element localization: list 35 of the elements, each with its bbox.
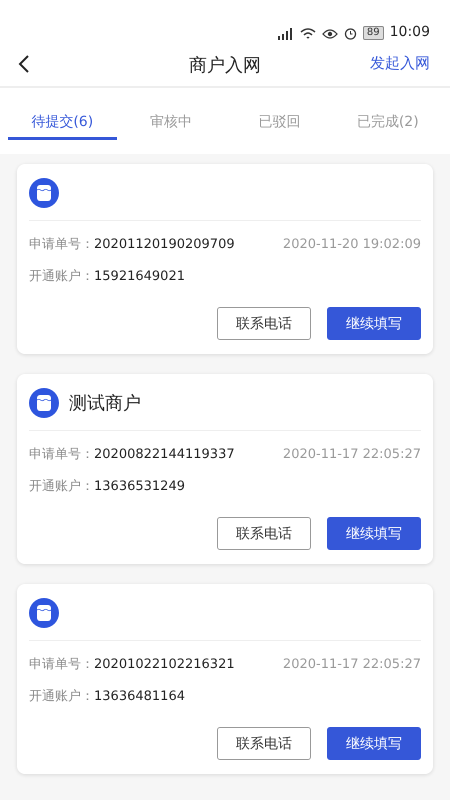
field-label: 申请单号：: [29, 656, 94, 673]
field-label: 开通账户：: [29, 478, 94, 495]
account-number: 13636481164: [94, 688, 185, 704]
timestamp: 2020-11-20 19:02:09: [282, 236, 421, 252]
order-number: 20200822144119337: [94, 446, 235, 462]
merchant-icon: [29, 388, 59, 418]
eye-icon: [322, 28, 338, 40]
field-label: 申请单号：: [29, 236, 94, 253]
battery-level: 89: [362, 26, 384, 40]
account-number: 15921649021: [94, 268, 185, 284]
field-label: 申请单号：: [29, 446, 94, 463]
order-number: 20201120190209709: [94, 236, 235, 252]
account-number: 13636531249: [94, 478, 185, 494]
merchant-icon: [29, 598, 59, 628]
timestamp: 2020-11-17 22:05:27: [282, 446, 421, 462]
page-title: 商户入网: [189, 54, 261, 77]
order-number: 20201022102216321: [94, 656, 235, 672]
continue-button[interactable]: 继续填写: [327, 727, 421, 760]
tab[interactable]: 待提交(6): [8, 102, 116, 140]
merchant-name: 测试商户: [69, 392, 141, 415]
clock-time: 10:09: [390, 24, 430, 40]
start-link[interactable]: 发起入网: [370, 54, 430, 73]
alarm-icon: [344, 27, 357, 40]
contact-button[interactable]: 联系电话: [217, 727, 311, 760]
continue-button[interactable]: 继续填写: [327, 307, 421, 340]
signal-icon: [276, 28, 294, 40]
contact-button[interactable]: 联系电话: [217, 517, 311, 550]
back-icon[interactable]: [18, 54, 30, 74]
field-label: 开通账户：: [29, 268, 94, 285]
wifi-icon: [300, 28, 316, 40]
field-label: 开通账户：: [29, 688, 94, 705]
continue-button[interactable]: 继续填写: [327, 517, 421, 550]
merchant-icon: [29, 178, 59, 208]
contact-button[interactable]: 联系电话: [217, 307, 311, 340]
timestamp: 2020-11-17 22:05:27: [282, 656, 421, 672]
